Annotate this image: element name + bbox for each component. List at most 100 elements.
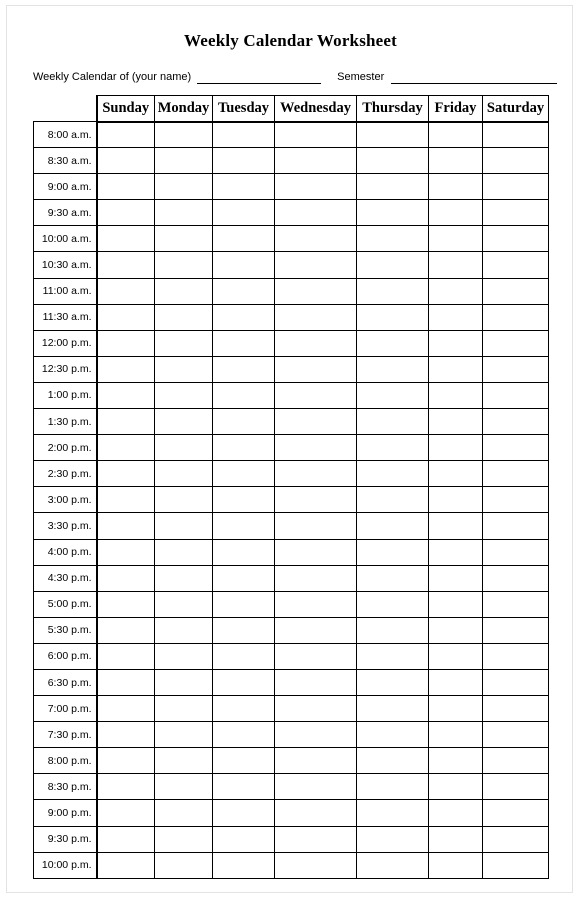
calendar-slot-thursday[interactable]: [356, 616, 429, 644]
calendar-slot-friday[interactable]: [428, 355, 483, 383]
calendar-slot-wednesday[interactable]: [274, 120, 357, 149]
calendar-slot-saturday[interactable]: [482, 120, 549, 149]
calendar-slot-saturday[interactable]: [482, 538, 549, 566]
calendar-slot-tuesday[interactable]: [212, 773, 275, 801]
calendar-slot-tuesday[interactable]: [212, 329, 275, 357]
calendar-slot-friday[interactable]: [428, 773, 483, 801]
calendar-slot-saturday[interactable]: [482, 851, 549, 879]
calendar-slot-saturday[interactable]: [482, 512, 549, 540]
calendar-slot-friday[interactable]: [428, 747, 483, 775]
calendar-slot-wednesday[interactable]: [274, 642, 357, 670]
calendar-slot-friday[interactable]: [428, 564, 483, 592]
calendar-slot-friday[interactable]: [428, 590, 483, 618]
calendar-slot-saturday[interactable]: [482, 564, 549, 592]
calendar-slot-sunday[interactable]: [96, 825, 155, 853]
calendar-slot-sunday[interactable]: [96, 199, 155, 227]
calendar-slot-monday[interactable]: [154, 486, 213, 514]
calendar-slot-tuesday[interactable]: [212, 251, 275, 279]
calendar-slot-thursday[interactable]: [356, 277, 429, 305]
calendar-slot-monday[interactable]: [154, 747, 213, 775]
calendar-slot-thursday[interactable]: [356, 590, 429, 618]
calendar-slot-wednesday[interactable]: [274, 486, 357, 514]
calendar-slot-sunday[interactable]: [96, 721, 155, 749]
calendar-slot-thursday[interactable]: [356, 120, 429, 149]
calendar-slot-wednesday[interactable]: [274, 277, 357, 305]
calendar-slot-friday[interactable]: [428, 225, 483, 253]
calendar-slot-saturday[interactable]: [482, 590, 549, 618]
calendar-slot-thursday[interactable]: [356, 225, 429, 253]
calendar-slot-wednesday[interactable]: [274, 460, 357, 488]
calendar-slot-friday[interactable]: [428, 277, 483, 305]
calendar-slot-tuesday[interactable]: [212, 512, 275, 540]
calendar-slot-tuesday[interactable]: [212, 460, 275, 488]
calendar-slot-wednesday[interactable]: [274, 434, 357, 462]
calendar-slot-wednesday[interactable]: [274, 408, 357, 436]
calendar-slot-friday[interactable]: [428, 173, 483, 201]
calendar-slot-tuesday[interactable]: [212, 147, 275, 175]
calendar-slot-thursday[interactable]: [356, 460, 429, 488]
calendar-slot-thursday[interactable]: [356, 199, 429, 227]
calendar-slot-monday[interactable]: [154, 329, 213, 357]
calendar-slot-wednesday[interactable]: [274, 799, 357, 827]
calendar-slot-monday[interactable]: [154, 642, 213, 670]
calendar-slot-wednesday[interactable]: [274, 355, 357, 383]
calendar-slot-friday[interactable]: [428, 434, 483, 462]
calendar-slot-monday[interactable]: [154, 721, 213, 749]
calendar-slot-sunday[interactable]: [96, 538, 155, 566]
calendar-slot-sunday[interactable]: [96, 147, 155, 175]
calendar-slot-thursday[interactable]: [356, 355, 429, 383]
calendar-slot-sunday[interactable]: [96, 120, 155, 149]
calendar-slot-sunday[interactable]: [96, 747, 155, 775]
calendar-slot-wednesday[interactable]: [274, 668, 357, 697]
calendar-slot-sunday[interactable]: [96, 434, 155, 462]
calendar-slot-friday[interactable]: [428, 512, 483, 540]
calendar-slot-friday[interactable]: [428, 695, 483, 723]
calendar-slot-tuesday[interactable]: [212, 381, 275, 410]
calendar-slot-wednesday[interactable]: [274, 721, 357, 749]
calendar-slot-friday[interactable]: [428, 120, 483, 149]
calendar-slot-wednesday[interactable]: [274, 329, 357, 357]
calendar-slot-monday[interactable]: [154, 225, 213, 253]
calendar-slot-wednesday[interactable]: [274, 616, 357, 644]
calendar-slot-saturday[interactable]: [482, 329, 549, 357]
calendar-slot-saturday[interactable]: [482, 225, 549, 253]
calendar-slot-saturday[interactable]: [482, 277, 549, 305]
calendar-slot-monday[interactable]: [154, 120, 213, 149]
calendar-slot-friday[interactable]: [428, 199, 483, 227]
calendar-slot-saturday[interactable]: [482, 825, 549, 853]
calendar-slot-thursday[interactable]: [356, 147, 429, 175]
calendar-slot-sunday[interactable]: [96, 408, 155, 436]
calendar-slot-tuesday[interactable]: [212, 799, 275, 827]
calendar-slot-saturday[interactable]: [482, 616, 549, 644]
calendar-slot-friday[interactable]: [428, 721, 483, 749]
calendar-slot-thursday[interactable]: [356, 721, 429, 749]
calendar-slot-monday[interactable]: [154, 381, 213, 410]
calendar-slot-tuesday[interactable]: [212, 616, 275, 644]
calendar-slot-saturday[interactable]: [482, 486, 549, 514]
calendar-slot-monday[interactable]: [154, 851, 213, 879]
calendar-slot-monday[interactable]: [154, 512, 213, 540]
calendar-slot-friday[interactable]: [428, 408, 483, 436]
calendar-slot-friday[interactable]: [428, 851, 483, 879]
calendar-slot-saturday[interactable]: [482, 173, 549, 201]
calendar-slot-wednesday[interactable]: [274, 512, 357, 540]
calendar-slot-friday[interactable]: [428, 251, 483, 279]
calendar-slot-friday[interactable]: [428, 642, 483, 670]
calendar-slot-thursday[interactable]: [356, 825, 429, 853]
calendar-slot-thursday[interactable]: [356, 799, 429, 827]
calendar-slot-wednesday[interactable]: [274, 538, 357, 566]
calendar-slot-monday[interactable]: [154, 251, 213, 279]
calendar-slot-sunday[interactable]: [96, 486, 155, 514]
calendar-slot-tuesday[interactable]: [212, 668, 275, 697]
calendar-slot-thursday[interactable]: [356, 695, 429, 723]
calendar-slot-thursday[interactable]: [356, 538, 429, 566]
calendar-slot-tuesday[interactable]: [212, 199, 275, 227]
calendar-slot-sunday[interactable]: [96, 355, 155, 383]
calendar-slot-wednesday[interactable]: [274, 773, 357, 801]
calendar-slot-thursday[interactable]: [356, 434, 429, 462]
calendar-slot-sunday[interactable]: [96, 668, 155, 697]
calendar-slot-monday[interactable]: [154, 147, 213, 175]
calendar-slot-saturday[interactable]: [482, 147, 549, 175]
calendar-slot-thursday[interactable]: [356, 773, 429, 801]
calendar-slot-friday[interactable]: [428, 147, 483, 175]
